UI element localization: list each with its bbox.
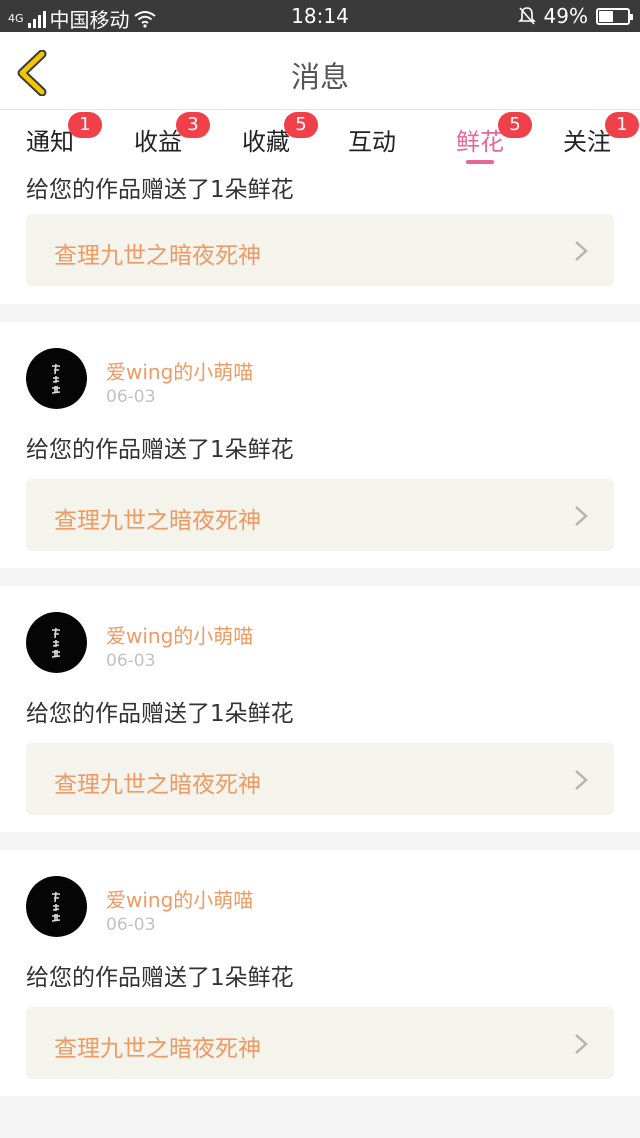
tab-label: 通知 bbox=[26, 128, 74, 156]
active-tab-indicator bbox=[466, 160, 494, 164]
tab-notifications[interactable]: 通知 1 bbox=[26, 112, 102, 162]
message-card: 爱wing的小萌喵 06-03 给您的作品赠送了1朵鲜花 查理九世之暗夜死神 bbox=[0, 586, 640, 832]
tab-favorites[interactable]: 收藏 5 bbox=[242, 112, 318, 162]
chevron-right-icon bbox=[575, 1034, 588, 1054]
chevron-right-icon bbox=[575, 770, 588, 790]
avatar-calligraphy-image bbox=[51, 363, 61, 394]
message-card: 爱wing的小萌喵 06-03 给您的作品赠送了1朵鲜花 查理九世之暗夜死神 bbox=[0, 322, 640, 568]
work-title: 查理九世之暗夜死神 bbox=[54, 1036, 261, 1062]
battery-icon bbox=[596, 7, 633, 25]
battery-fill bbox=[599, 10, 613, 22]
avatar[interactable] bbox=[26, 612, 87, 673]
avatar[interactable] bbox=[26, 348, 87, 409]
tab-label: 互动 bbox=[348, 128, 396, 156]
work-title: 查理九世之暗夜死神 bbox=[54, 772, 261, 798]
tab-bar: 通知 1 收益 3 收藏 5 互动 鲜花 5 关注 1 bbox=[0, 110, 640, 166]
tab-badge: 5 bbox=[284, 112, 318, 138]
message-date: 06-03 bbox=[106, 915, 156, 935]
status-bar: 4G 中国移动 18:14 49% bbox=[0, 0, 640, 32]
battery-percent: 49% bbox=[543, 4, 588, 28]
message-text: 给您的作品赠送了1朵鲜花 bbox=[26, 965, 294, 991]
chevron-right-icon bbox=[575, 506, 588, 526]
work-link[interactable]: 查理九世之暗夜死神 bbox=[26, 214, 614, 286]
tab-badge: 1 bbox=[68, 112, 102, 138]
tab-badge: 3 bbox=[176, 112, 210, 138]
tab-label: 收益 bbox=[134, 128, 182, 156]
work-title: 查理九世之暗夜死神 bbox=[54, 508, 261, 534]
tab-following[interactable]: 关注 1 bbox=[563, 112, 639, 162]
chevron-right-icon bbox=[575, 241, 588, 261]
message-text: 给您的作品赠送了1朵鲜花 bbox=[26, 437, 294, 463]
tab-badge: 5 bbox=[498, 112, 532, 138]
avatar-calligraphy-image bbox=[51, 627, 61, 658]
tab-flowers[interactable]: 鲜花 5 bbox=[456, 112, 532, 164]
avatar[interactable] bbox=[26, 876, 87, 937]
page-title: 消息 bbox=[290, 60, 349, 94]
tab-label: 鲜花 bbox=[456, 128, 504, 156]
status-right: 49% bbox=[517, 4, 633, 28]
work-title: 查理九世之暗夜死神 bbox=[54, 243, 261, 269]
work-link[interactable]: 查理九世之暗夜死神 bbox=[26, 1007, 614, 1079]
nav-bar: 消息 bbox=[0, 32, 640, 110]
user-name[interactable]: 爱wing的小萌喵 bbox=[106, 884, 253, 913]
tab-label: 关注 bbox=[563, 128, 611, 156]
mute-bell-icon bbox=[517, 7, 536, 25]
message-card: 给您的作品赠送了1朵鲜花 查理九世之暗夜死神 bbox=[0, 166, 640, 304]
work-link[interactable]: 查理九世之暗夜死神 bbox=[26, 479, 614, 551]
tab-interactions[interactable]: 互动 bbox=[348, 122, 396, 162]
message-date: 06-03 bbox=[106, 387, 156, 407]
tab-label: 收藏 bbox=[242, 128, 290, 156]
user-name[interactable]: 爱wing的小萌喵 bbox=[106, 356, 253, 385]
user-name[interactable]: 爱wing的小萌喵 bbox=[106, 620, 253, 649]
message-date: 06-03 bbox=[106, 651, 156, 671]
message-text: 给您的作品赠送了1朵鲜花 bbox=[26, 701, 294, 727]
work-link[interactable]: 查理九世之暗夜死神 bbox=[26, 743, 614, 815]
message-card: 爱wing的小萌喵 06-03 给您的作品赠送了1朵鲜花 查理九世之暗夜死神 bbox=[0, 850, 640, 1096]
avatar-calligraphy-image bbox=[51, 891, 61, 922]
message-text: 给您的作品赠送了1朵鲜花 bbox=[26, 177, 294, 203]
tab-badge: 1 bbox=[605, 112, 639, 138]
tab-earnings[interactable]: 收益 3 bbox=[134, 112, 210, 162]
